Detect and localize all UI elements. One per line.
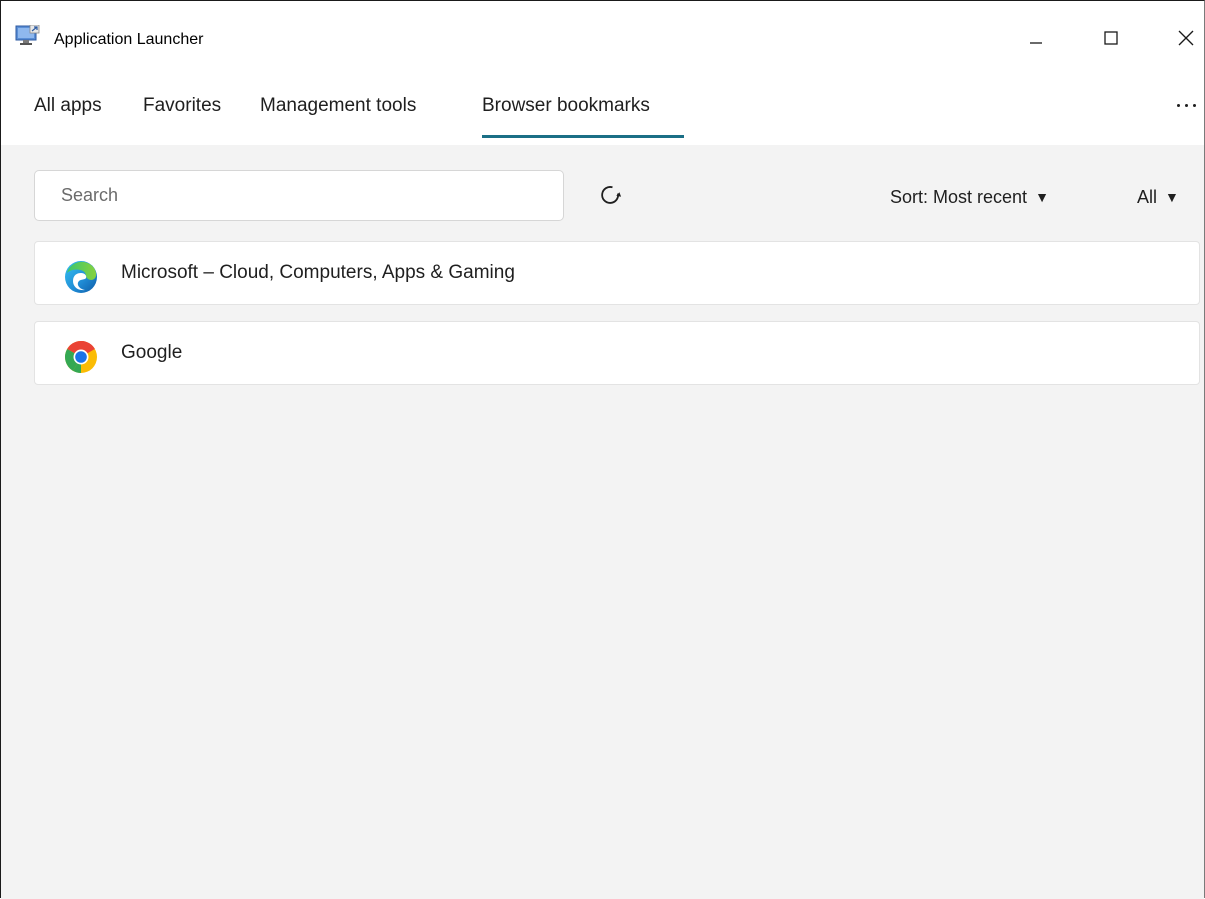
window-title: Application Launcher	[54, 31, 204, 48]
bookmark-label: Microsoft – Cloud, Computers, Apps & Gam…	[121, 262, 515, 283]
chrome-icon	[64, 340, 97, 373]
more-options-icon	[1184, 103, 1188, 107]
bookmark-item[interactable]: Google	[34, 321, 1200, 385]
selected-tab-indicator	[482, 135, 684, 138]
edge-icon	[65, 261, 97, 293]
refresh-icon	[601, 186, 622, 204]
tab-management-tools[interactable]: Management tools	[260, 93, 416, 119]
more-options-icon	[1176, 103, 1180, 107]
tab-bar: All apps Favorites Management tools Brow…	[1, 79, 1204, 141]
search-input[interactable]	[34, 170, 564, 221]
remote-desktop-app-icon	[15, 25, 40, 45]
sort-label: Sort: Most recent	[890, 187, 1028, 207]
tab-favorites[interactable]: Favorites	[143, 93, 221, 119]
close-icon	[1178, 30, 1194, 46]
sort-dropdown[interactable]: Sort: Most recent ▼	[890, 185, 1049, 209]
maximize-icon	[1104, 31, 1118, 45]
more-options-button[interactable]	[1169, 91, 1203, 119]
minimize-button[interactable]	[1016, 23, 1056, 53]
application-launcher-window: Application Launcher All apps Favorites …	[0, 0, 1205, 899]
tab-all-apps[interactable]: All apps	[34, 93, 102, 119]
bookmark-item[interactable]: Microsoft – Cloud, Computers, Apps & Gam…	[34, 241, 1200, 305]
title-bar: Application Launcher	[1, 1, 1204, 48]
chevron-down-icon: ▼	[1165, 189, 1179, 205]
minimize-icon	[1030, 42, 1042, 44]
tab-browser-bookmarks[interactable]: Browser bookmarks	[482, 93, 650, 119]
filter-label: All	[1137, 187, 1158, 207]
chevron-down-icon: ▼	[1035, 189, 1049, 205]
bookmark-label: Google	[121, 342, 183, 363]
refresh-button[interactable]	[591, 175, 631, 215]
more-options-icon	[1192, 103, 1196, 107]
maximize-button[interactable]	[1091, 23, 1131, 53]
close-button[interactable]	[1166, 23, 1205, 53]
bookmarks-panel: Sort: Most recent ▼ All ▼	[1, 145, 1204, 899]
filter-dropdown[interactable]: All ▼	[1137, 185, 1179, 209]
